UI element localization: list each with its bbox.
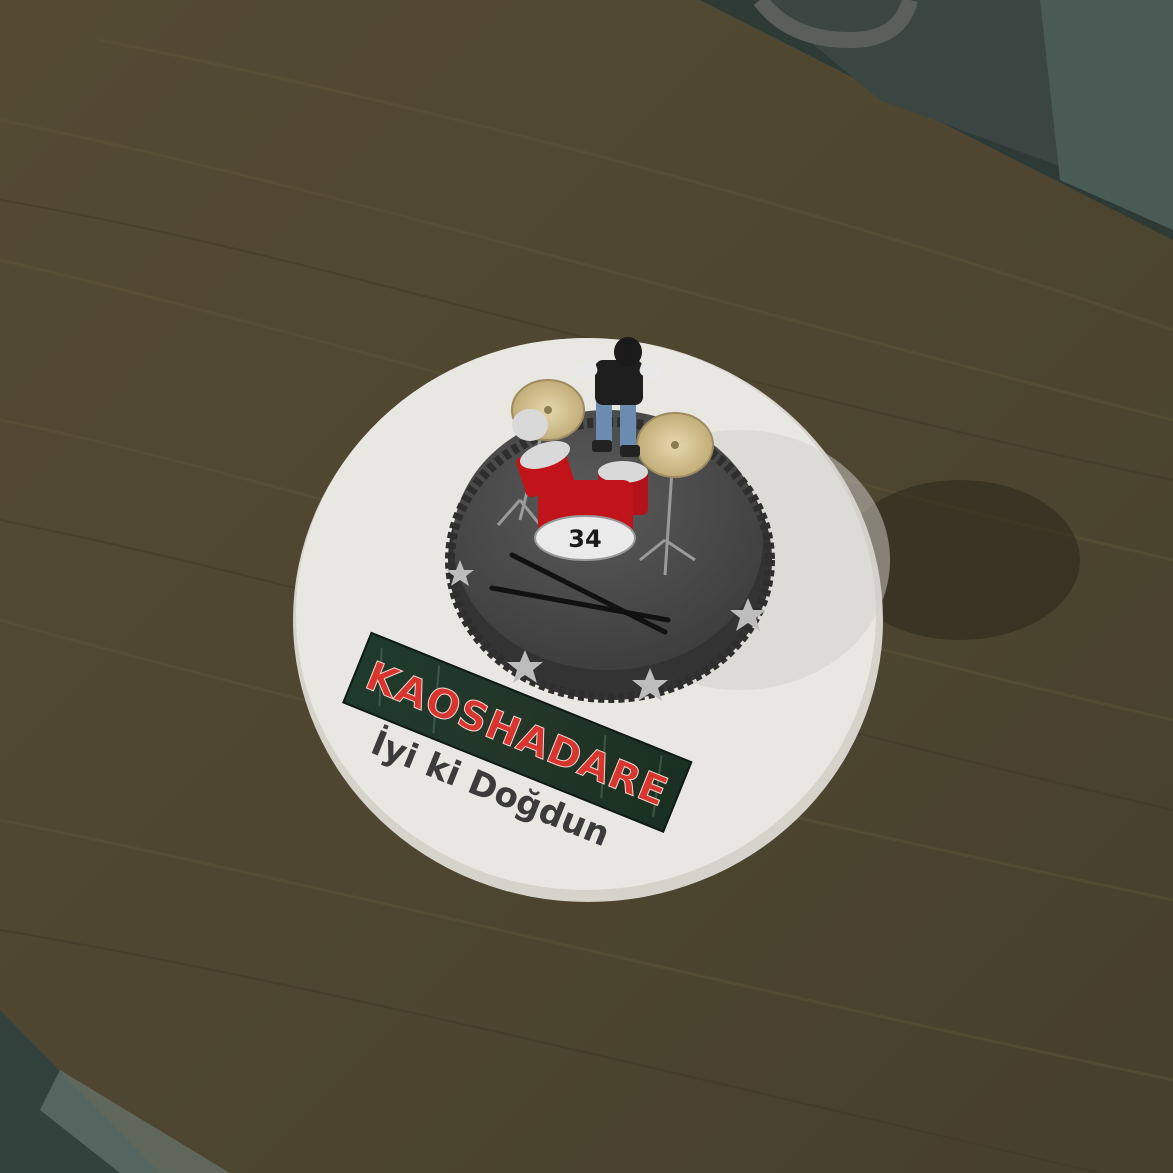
drum-number: 34	[568, 525, 601, 553]
game-scene: 34 KAOSHADARE İyi ki Doğdun	[0, 0, 1173, 1173]
